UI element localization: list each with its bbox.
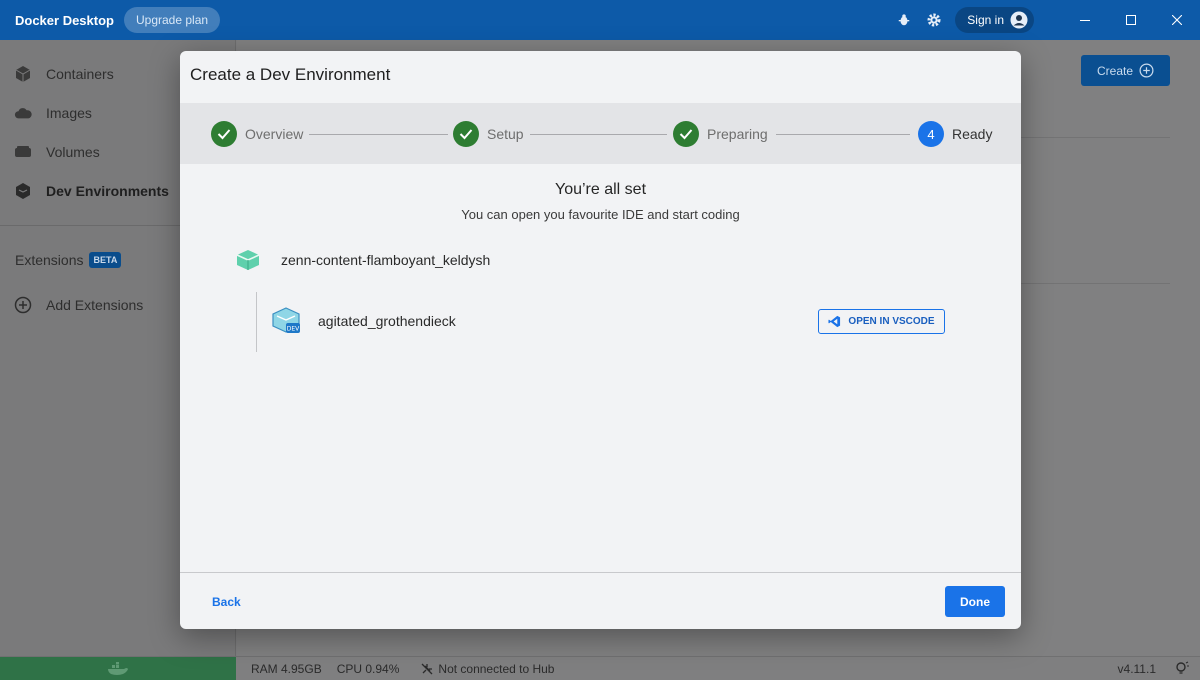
add-extensions-label: Add Extensions	[46, 297, 144, 313]
extensions-label: Extensions	[15, 252, 84, 268]
check-icon	[453, 121, 479, 147]
back-button[interactable]: Back	[212, 595, 241, 609]
container-icon	[14, 65, 32, 83]
progress-stepper: Overview Setup Preparing 4 Ready	[180, 103, 1021, 164]
environment-name: zenn-content-flamboyant_keldysh	[281, 252, 491, 268]
create-dev-environment-dialog: Create a Dev Environment Overview Setup …	[180, 51, 1021, 629]
step-label: Setup	[487, 126, 524, 142]
done-button[interactable]: Done	[945, 586, 1005, 617]
docker-whale-icon	[108, 661, 128, 675]
ram-usage: RAM 4.95GB	[251, 661, 322, 676]
sidebar-item-label: Dev Environments	[46, 183, 169, 199]
add-circle-icon	[1139, 63, 1154, 78]
upgrade-plan-button[interactable]: Upgrade plan	[123, 7, 221, 33]
close-icon	[1172, 15, 1182, 25]
dev-environment-icon	[236, 250, 260, 270]
volume-icon	[14, 143, 32, 161]
open-in-vscode-button[interactable]: OPEN IN VSCODE	[818, 309, 945, 334]
step-label: Preparing	[707, 126, 768, 142]
maximize-button[interactable]	[1108, 0, 1154, 40]
step-label: Ready	[952, 126, 993, 142]
hub-status-label: Not connected to Hub	[438, 661, 555, 676]
add-extensions-button[interactable]: Add Extensions	[14, 296, 143, 314]
success-heading: You’re all set	[554, 181, 647, 198]
sidebar-item-volumes[interactable]: Volumes	[14, 143, 100, 161]
footer-divider	[180, 572, 1021, 573]
step-label: Overview	[245, 126, 304, 142]
vscode-icon	[828, 315, 841, 328]
hub-connection-status[interactable]: Not connected to Hub	[421, 662, 554, 676]
sign-in-button[interactable]: Sign in	[955, 7, 1034, 33]
svg-text:DEV: DEV	[287, 326, 300, 333]
app-title: Docker Desktop	[15, 12, 114, 28]
title-bar-actions: Sign in	[895, 0, 1200, 40]
version-label: v4.11.1	[1117, 661, 1156, 676]
bug-icon[interactable]	[895, 11, 913, 29]
title-bar: Docker Desktop Upgrade plan Sign in	[0, 0, 1200, 40]
container-row: DEV agitated_grothendieck	[272, 307, 456, 335]
create-label: Create	[1096, 63, 1134, 78]
minimize-button[interactable]	[1062, 0, 1108, 40]
status-bar: RAM 4.95GB CPU 0.94% Not connected to Hu…	[0, 656, 1200, 680]
dev-container-icon: DEV	[272, 307, 300, 333]
step-connector	[776, 134, 910, 135]
close-window-button[interactable]	[1154, 0, 1200, 40]
check-icon	[673, 121, 699, 147]
create-button[interactable]: Create	[1081, 55, 1170, 86]
cloud-icon	[14, 104, 32, 122]
step-connector	[530, 134, 667, 135]
step-setup: Setup	[453, 121, 524, 147]
add-circle-icon	[14, 296, 32, 314]
check-icon	[211, 121, 237, 147]
sidebar-item-dev-environments[interactable]: Dev Environments	[14, 182, 169, 200]
environment-row: zenn-content-flamboyant_keldysh	[235, 248, 490, 272]
dialog-title: Create a Dev Environment	[190, 65, 391, 84]
sidebar-item-label: Images	[46, 105, 92, 121]
step-preparing: Preparing	[673, 121, 768, 147]
sidebar-item-containers[interactable]: Containers	[14, 65, 114, 83]
container-name: agitated_grothendieck	[318, 313, 456, 329]
sidebar-item-images[interactable]: Images	[14, 104, 92, 122]
divider	[1020, 137, 1170, 138]
account-icon	[1010, 11, 1028, 29]
success-subheading: You can open you favourite IDE and start…	[461, 207, 740, 222]
disconnected-plug-icon	[421, 663, 433, 674]
sign-in-label: Sign in	[967, 13, 1004, 27]
step-ready: 4 Ready	[918, 121, 992, 147]
maximize-icon	[1126, 15, 1136, 25]
minimize-icon	[1080, 20, 1090, 21]
extensions-header: Extensions BETA	[15, 252, 122, 268]
engine-status-indicator[interactable]	[0, 656, 236, 680]
open-in-vscode-label: OPEN IN VSCODE	[848, 316, 935, 327]
gear-icon[interactable]	[925, 11, 943, 29]
step-overview: Overview	[211, 121, 303, 147]
divider	[1020, 283, 1170, 284]
step-connector	[309, 134, 448, 135]
beta-badge: BETA	[89, 252, 122, 268]
cpu-usage: CPU 0.94%	[336, 661, 400, 676]
lightbulb-icon[interactable]	[1174, 661, 1190, 677]
tree-connector	[256, 292, 257, 352]
dev-env-icon	[14, 182, 32, 200]
step-number-badge: 4	[918, 121, 944, 147]
sidebar-item-label: Volumes	[46, 144, 100, 160]
sidebar-item-label: Containers	[46, 66, 114, 82]
